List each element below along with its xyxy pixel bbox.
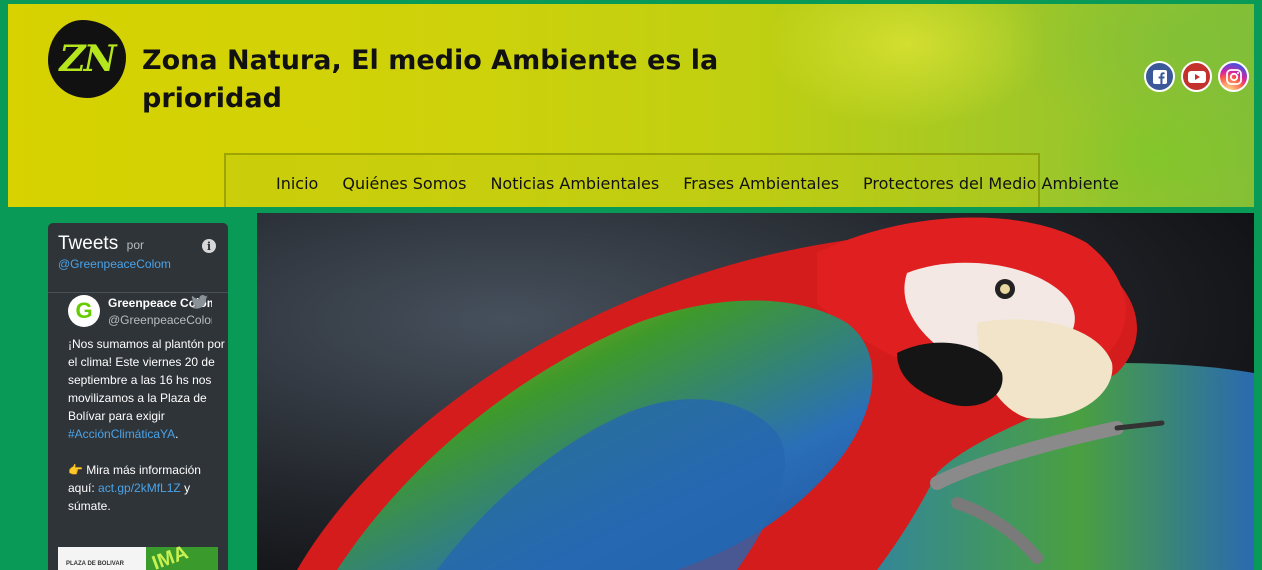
site-logo[interactable]: ZN bbox=[48, 20, 126, 98]
nav-item-noticias-ambientales[interactable]: Noticias Ambientales bbox=[490, 170, 659, 193]
twitter-widget-title: Tweets bbox=[58, 233, 119, 254]
tweet-media-image[interactable]: PLAZA DE BOLIVAR IMA bbox=[58, 541, 218, 570]
info-icon[interactable]: i bbox=[202, 239, 216, 253]
twitter-widget-handle-link[interactable]: @GreenpeaceColom bbox=[58, 257, 218, 271]
main-nav: Inicio Quiénes Somos Noticias Ambientale… bbox=[224, 153, 1119, 207]
twitter-widget-by: por bbox=[126, 238, 144, 252]
youtube-icon[interactable] bbox=[1181, 61, 1212, 92]
tweet-text-part: . bbox=[175, 427, 179, 441]
site-title[interactable]: Zona Natura, El medio Ambiente es la pri… bbox=[142, 42, 742, 118]
tweet-text-part: ¡Nos sumamos al plantón por el clima! Es… bbox=[68, 337, 225, 423]
twitter-bird-icon[interactable] bbox=[191, 295, 208, 314]
tweet-author-handle: @GreenpeaceColom bbox=[108, 313, 212, 327]
nav-item-protectores[interactable]: Protectores del Medio Ambiente bbox=[863, 170, 1119, 193]
tweet-hashtag-link[interactable]: #AcciónClimáticaYA bbox=[68, 427, 175, 441]
site-header: ZN Zona Natura, El medio Ambiente es la … bbox=[8, 4, 1254, 207]
macaw-illustration bbox=[257, 213, 1254, 570]
social-links bbox=[1144, 61, 1249, 92]
avatar[interactable]: G bbox=[68, 295, 100, 327]
tweet[interactable]: G Greenpeace Colom @GreenpeaceColom ¡Nos… bbox=[48, 293, 228, 570]
nav-item-frases-ambientales[interactable]: Frases Ambientales bbox=[683, 170, 839, 193]
tweet-url-link[interactable]: act.gp/2kMfL1Z bbox=[98, 481, 181, 495]
avatar-letter: G bbox=[75, 298, 93, 323]
tweet-text: ¡Nos sumamos al plantón por el clima! Es… bbox=[68, 335, 228, 515]
twitter-timeline-widget: Tweets por @GreenpeaceColom i G Greenpea… bbox=[48, 223, 228, 570]
nav-item-inicio[interactable]: Inicio bbox=[276, 170, 318, 193]
tweet-media-label: PLAZA DE BOLIVAR bbox=[66, 561, 124, 567]
nav-item-quienes-somos[interactable]: Quiénes Somos bbox=[342, 170, 466, 193]
instagram-icon[interactable] bbox=[1218, 61, 1249, 92]
twitter-widget-header: Tweets por @GreenpeaceColom i bbox=[48, 223, 228, 293]
hero-image-macaw bbox=[257, 213, 1254, 570]
logo-text: ZN bbox=[59, 38, 116, 80]
facebook-icon[interactable] bbox=[1144, 61, 1175, 92]
